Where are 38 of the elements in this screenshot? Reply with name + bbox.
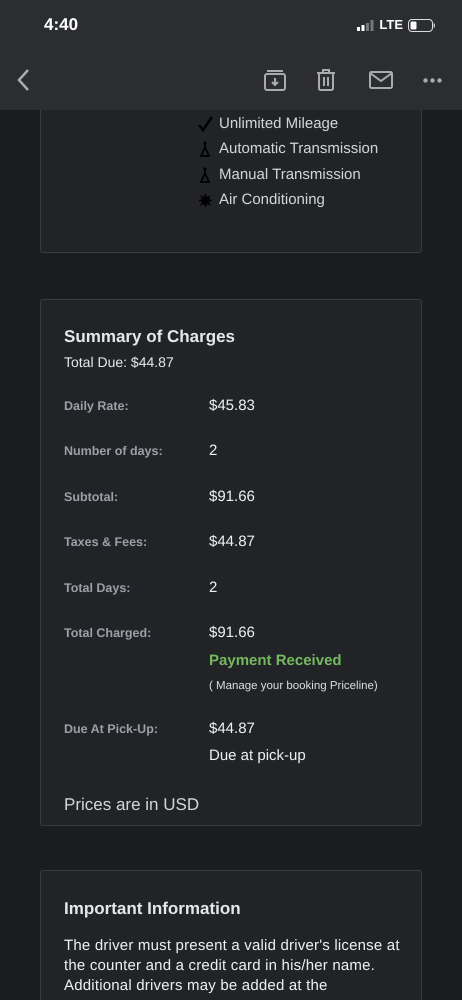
charge-label: Due At Pick-Up: [64,721,159,738]
charge-value: $45.83 [209,396,255,416]
currency-note: Prices are in USD [64,794,200,816]
due-note: Due at pick-up [209,746,306,766]
info-paragraph: The driver must present a valid driver's license at the counter and a credit card in his/her name. Additional drivers may be added at the [64,936,401,996]
charge-value: $91.66 [209,486,255,506]
trash-icon[interactable] [316,69,336,91]
total-due: Total Due: $44.87 [64,352,175,372]
charge-label: Subtotal: [64,488,120,506]
snowflake-icon [198,192,212,208]
charge-value: 2 [209,578,218,598]
charge-label: Total Days: [64,580,132,597]
charge-label: Daily Rate: [64,398,130,415]
signal-icon [357,20,374,30]
status-time: 4:40 [44,14,78,36]
more-icon[interactable] [423,78,442,82]
feature-label: Manual Transmission [219,164,361,184]
network-label: LTE [379,16,403,34]
booking-note: ( Manage your booking Priceline) [209,679,378,694]
payment-status: Payment Received [209,650,343,670]
gear-shift-icon [198,166,212,183]
charge-label: Total Charged: [64,625,152,642]
charge-label: Number of days: [64,443,164,460]
feature-label: Automatic Transmission [219,139,378,159]
summary-title: Summary of Charges [64,326,236,348]
gear-shift-icon [198,141,212,158]
checkmark-icon [197,116,213,132]
archive-icon[interactable] [264,69,286,91]
feature-label: Air Conditioning [219,190,325,210]
charge-value: $44.87 [209,532,255,552]
feature-label: Unlimited Mileage [219,114,338,134]
charge-label: Taxes & Fees: [64,534,148,551]
mail-icon[interactable] [369,71,393,89]
charge-value: $91.66 [209,623,256,643]
charge-value: 2 [209,441,218,461]
info-title: Important Information [64,898,242,920]
battery-icon [408,18,436,32]
charge-value: $44.87 [209,719,256,740]
